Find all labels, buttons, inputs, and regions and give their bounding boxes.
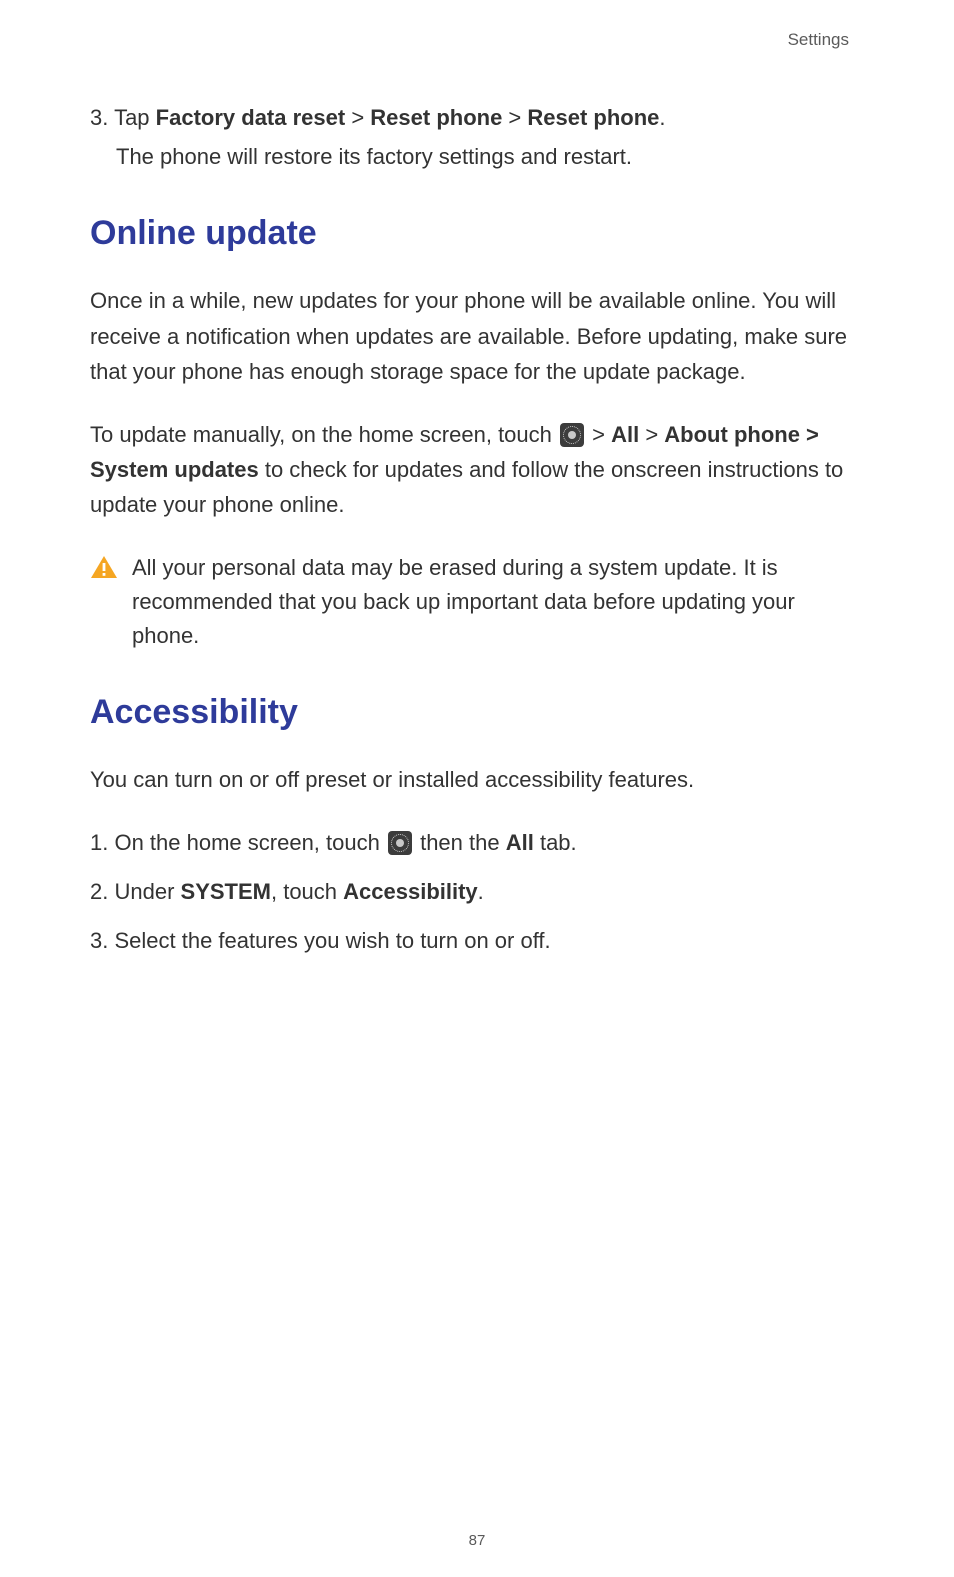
warning-text: All your personal data may be erased dur… <box>132 551 864 653</box>
bold-text: SYSTEM <box>181 879 271 904</box>
step-number: 3. <box>90 928 108 953</box>
accessibility-step-1: 1. On the home screen, touch then the Al… <box>90 825 864 860</box>
accessibility-step-3: 3. Select the features you wish to turn … <box>90 923 864 958</box>
step-number: 1. <box>90 830 108 855</box>
text: then the <box>414 830 506 855</box>
page-number: 87 <box>0 1532 954 1549</box>
text: To update manually, on the home screen, … <box>90 422 558 447</box>
text: Under <box>108 879 180 904</box>
document-page: Settings 3. Tap Factory data reset > Res… <box>0 0 954 1577</box>
online-update-para-2: To update manually, on the home screen, … <box>90 417 864 523</box>
bold-text: All <box>611 422 639 447</box>
accessibility-step-2: 2. Under SYSTEM, touch Accessibility. <box>90 874 864 909</box>
bold-text: Reset phone <box>527 105 659 130</box>
page-header-label: Settings <box>90 30 864 50</box>
reset-step-3: 3. Tap Factory data reset > Reset phone … <box>90 100 864 135</box>
warning-icon <box>90 555 118 579</box>
text: > <box>592 422 611 447</box>
step-number: 3. <box>90 105 108 130</box>
text: > <box>502 105 527 130</box>
step-number: 2. <box>90 879 108 904</box>
text: Tap <box>108 105 155 130</box>
text: > <box>345 105 370 130</box>
text: On the home screen, touch <box>108 830 386 855</box>
accessibility-para-1: You can turn on or off preset or install… <box>90 762 864 797</box>
text: . <box>659 105 665 130</box>
text: > <box>639 422 664 447</box>
bold-text: Accessibility <box>343 879 478 904</box>
settings-icon <box>388 831 412 855</box>
bold-text: All <box>506 830 534 855</box>
online-update-para-1: Once in a while, new updates for your ph… <box>90 283 864 389</box>
settings-icon <box>560 423 584 447</box>
text: Select the features you wish to turn on … <box>108 928 550 953</box>
text: . <box>478 879 484 904</box>
section-heading-online-update: Online update <box>90 214 864 253</box>
bold-text: Reset phone <box>370 105 502 130</box>
warning-block: All your personal data may be erased dur… <box>90 551 864 653</box>
bold-text: Factory data reset <box>156 105 346 130</box>
text: tab. <box>534 830 577 855</box>
section-heading-accessibility: Accessibility <box>90 693 864 732</box>
reset-step-3-sub: The phone will restore its factory setti… <box>116 139 864 174</box>
text: , touch <box>271 879 343 904</box>
